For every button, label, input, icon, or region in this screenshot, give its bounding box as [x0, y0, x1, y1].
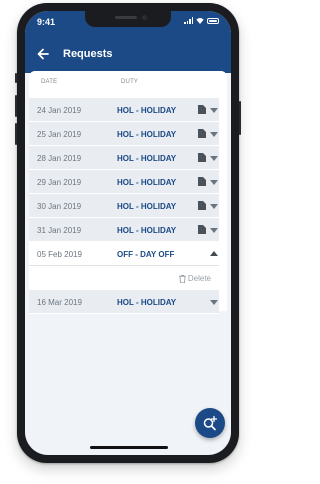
row-duty: HOL - HOLIDAY	[117, 154, 177, 163]
status-time: 9:41	[37, 17, 56, 27]
page-title: Requests	[63, 48, 113, 60]
camera	[142, 15, 147, 20]
screen: 9:41 Requests DATE DUTY 24 Jan 2019 HOL …	[25, 11, 231, 455]
column-date: DATE	[41, 79, 58, 85]
document-icon[interactable]	[198, 153, 206, 162]
row-date: 16 Mar 2019	[37, 298, 82, 307]
column-header: DATE DUTY	[29, 71, 227, 93]
search-add-icon	[203, 415, 218, 431]
document-icon[interactable]	[198, 201, 206, 210]
home-indicator	[90, 446, 168, 449]
row-date: 05 Feb 2019	[37, 250, 82, 259]
document-icon[interactable]	[198, 129, 206, 138]
row-duty: HOL - HOLIDAY	[117, 106, 177, 115]
trash-icon	[178, 274, 186, 283]
chevron-down-icon[interactable]	[210, 228, 218, 233]
chevron-down-icon[interactable]	[210, 300, 218, 305]
table-row[interactable]: 29 Jan 2019 HOL - HOLIDAY	[29, 170, 219, 194]
chevron-down-icon[interactable]	[210, 180, 218, 185]
table-row[interactable]: 31 Jan 2019 HOL - HOLIDAY	[29, 218, 219, 242]
chevron-down-icon[interactable]	[210, 108, 218, 113]
row-date: 31 Jan 2019	[37, 226, 82, 235]
side-button	[15, 95, 17, 117]
notch	[85, 11, 171, 27]
side-button	[15, 73, 17, 83]
row-date: 25 Jan 2019	[37, 130, 82, 139]
row-duty: HOL - HOLIDAY	[117, 226, 177, 235]
row-date: 30 Jan 2019	[37, 202, 82, 211]
chevron-down-icon[interactable]	[210, 132, 218, 137]
chevron-up-icon[interactable]	[210, 251, 218, 256]
wifi-icon	[196, 17, 204, 24]
row-duty: HOL - HOLIDAY	[117, 298, 177, 307]
phone-frame: 9:41 Requests DATE DUTY 24 Jan 2019 HOL …	[15, 3, 241, 463]
app-bar: 9:41 Requests	[25, 11, 231, 73]
chevron-down-icon[interactable]	[210, 204, 218, 209]
row-duty: OFF - DAY OFF	[117, 250, 175, 259]
table-row[interactable]: 16 Mar 2019 HOL - HOLIDAY	[29, 290, 219, 314]
side-button	[239, 101, 241, 135]
document-icon[interactable]	[198, 177, 206, 186]
table-row[interactable]: 30 Jan 2019 HOL - HOLIDAY	[29, 194, 219, 218]
column-duty: DUTY	[121, 79, 139, 85]
speaker	[115, 16, 137, 19]
status-icons	[184, 17, 219, 24]
side-button	[15, 123, 17, 145]
search-add-button[interactable]	[195, 408, 225, 438]
table-row[interactable]: 28 Jan 2019 HOL - HOLIDAY	[29, 146, 219, 170]
document-icon[interactable]	[198, 225, 206, 234]
signal-icon	[184, 17, 193, 24]
table-row[interactable]: 25 Jan 2019 HOL - HOLIDAY	[29, 122, 219, 146]
table-row[interactable]: 24 Jan 2019 HOL - HOLIDAY	[29, 98, 219, 122]
row-date: 28 Jan 2019	[37, 154, 82, 163]
delete-label: Delete	[187, 274, 211, 283]
battery-icon	[207, 18, 219, 24]
chevron-down-icon[interactable]	[210, 156, 218, 161]
table-row-expanded[interactable]: 05 Feb 2019 OFF - DAY OFF	[29, 242, 219, 266]
row-actions: Delete	[29, 266, 219, 288]
arrow-left-icon[interactable]	[35, 46, 51, 62]
document-icon[interactable]	[198, 105, 206, 114]
row-duty: HOL - HOLIDAY	[117, 130, 177, 139]
row-date: 29 Jan 2019	[37, 178, 82, 187]
row-duty: HOL - HOLIDAY	[117, 202, 177, 211]
row-duty: HOL - HOLIDAY	[117, 178, 177, 187]
row-date: 24 Jan 2019	[37, 106, 82, 115]
delete-button[interactable]: Delete	[178, 274, 211, 283]
